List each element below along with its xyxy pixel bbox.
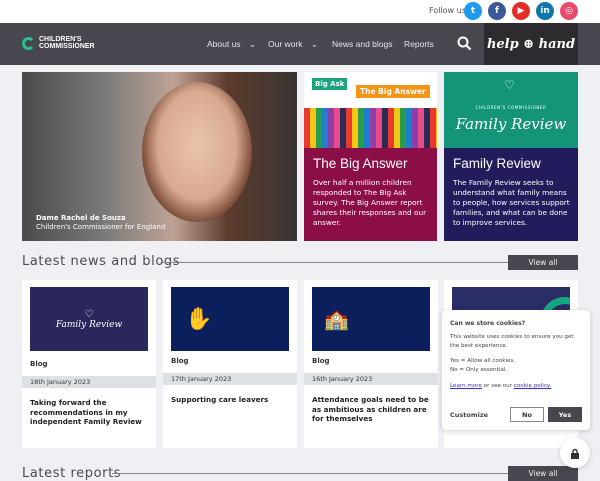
big-answer-badge: The Big Answer bbox=[356, 85, 430, 98]
big-answer-card[interactable]: Big Ask The Big Answer The Big Answer Ov… bbox=[304, 72, 437, 241]
twitter-icon[interactable]: t bbox=[464, 2, 482, 20]
hands-icon: ✋ bbox=[171, 287, 289, 351]
hero-role: Children's Commissioner for England bbox=[36, 223, 166, 231]
chevron-down-icon: ⌄ bbox=[310, 39, 318, 49]
card-type: Blog bbox=[171, 357, 189, 365]
logo-icon bbox=[22, 36, 35, 50]
card-title[interactable]: Supporting care leavers bbox=[171, 395, 291, 405]
big-ask-badge: Big Ask bbox=[312, 78, 348, 90]
top-bar bbox=[0, 0, 600, 23]
card-title[interactable]: Taking forward the recommendations in my… bbox=[30, 398, 150, 427]
divider bbox=[162, 262, 508, 263]
divider bbox=[112, 473, 508, 474]
nav-about-us[interactable]: About us ⌄ bbox=[207, 39, 256, 50]
linkedin-icon[interactable]: in bbox=[536, 2, 554, 20]
cookie-or-text: or see our bbox=[481, 383, 514, 389]
heart-logo-icon: ♡ bbox=[504, 78, 515, 92]
reports-heading: Latest reports bbox=[22, 466, 122, 481]
logo-line2: COMMISSIONER bbox=[39, 43, 95, 50]
news-card[interactable]: 🏫 Blog 16th January 2023 Attendance goal… bbox=[304, 280, 438, 448]
family-review-eyebrow: CHILDREN'S COMMISSIONER bbox=[475, 105, 547, 110]
lock-icon bbox=[571, 448, 579, 459]
site-logo[interactable]: CHILDREN'S COMMISSIONER bbox=[22, 36, 95, 50]
portrait bbox=[142, 82, 252, 222]
cookie-policy-link[interactable]: cookie policy. bbox=[514, 383, 551, 389]
chevron-down-icon: ⌄ bbox=[248, 39, 257, 49]
cookie-title: Can we store cookies? bbox=[450, 320, 526, 327]
cookie-settings-button[interactable] bbox=[560, 438, 590, 468]
family-review-text: The Family Review seeks to understand wh… bbox=[453, 178, 570, 227]
news-heading: Latest news and blogs bbox=[22, 254, 181, 269]
hands-illustration bbox=[304, 108, 437, 148]
card-type: Blog bbox=[30, 360, 48, 368]
card-date: 16th January 2023 bbox=[304, 373, 438, 385]
hero-image[interactable]: Dame Rachel de Souza Children's Commissi… bbox=[22, 72, 297, 241]
facebook-icon[interactable]: f bbox=[488, 2, 506, 20]
family-review-logo: Family Review bbox=[455, 115, 567, 133]
big-answer-title: The Big Answer bbox=[313, 156, 408, 171]
cookie-yes-button[interactable]: Yes bbox=[548, 407, 582, 422]
cookie-text: This website uses cookies to ensure you … bbox=[450, 334, 574, 349]
nav-our-work[interactable]: Our work ⌄ bbox=[268, 39, 318, 50]
cookie-consent-dialog: Can we store cookies? This website uses … bbox=[442, 310, 590, 430]
cookie-no-button[interactable]: No bbox=[510, 407, 544, 422]
card-image: ♡ Family Review bbox=[30, 287, 148, 351]
news-card[interactable]: ✋ Blog 17th January 2023 Supporting care… bbox=[163, 280, 297, 448]
nav-reports[interactable]: Reports bbox=[404, 39, 434, 49]
card-type: Blog bbox=[312, 357, 330, 365]
big-answer-text: Over half a million children responded t… bbox=[313, 178, 427, 227]
news-card[interactable]: ♡ Family Review Blog 18th January 2023 Ta… bbox=[22, 280, 156, 448]
cookie-yes-line: Yes = Allow all cookies. bbox=[450, 358, 516, 364]
family-review-card[interactable]: ♡ CHILDREN'S COMMISSIONER Family Review … bbox=[444, 72, 578, 241]
nav-news-and-blogs[interactable]: News and blogs bbox=[332, 39, 392, 49]
cookie-no-line: No = Only essential. bbox=[450, 367, 508, 373]
instagram-icon[interactable]: ◎ bbox=[560, 2, 578, 20]
customize-button[interactable]: Customize bbox=[450, 407, 488, 422]
learn-more-link[interactable]: Learn more bbox=[450, 383, 482, 389]
family-review-title: Family Review bbox=[453, 156, 541, 171]
follow-us-label: Follow us bbox=[429, 6, 466, 15]
help-at-hand-button[interactable]: help ⊕ hand bbox=[484, 23, 578, 65]
logo-line1: CHILDREN'S bbox=[39, 36, 82, 43]
card-date: 17th January 2023 bbox=[163, 373, 297, 385]
card-title[interactable]: Attendance goals need to be as ambitious… bbox=[312, 395, 432, 424]
school-icon: 🏫 bbox=[312, 287, 430, 351]
reports-view-all-button[interactable]: View all bbox=[508, 466, 578, 481]
hero-name: Dame Rachel de Souza bbox=[36, 214, 126, 222]
news-view-all-button[interactable]: View all bbox=[508, 255, 578, 270]
card-date: 18th January 2023 bbox=[22, 376, 156, 388]
youtube-icon[interactable]: ▶ bbox=[512, 2, 530, 20]
search-icon[interactable] bbox=[457, 36, 472, 55]
